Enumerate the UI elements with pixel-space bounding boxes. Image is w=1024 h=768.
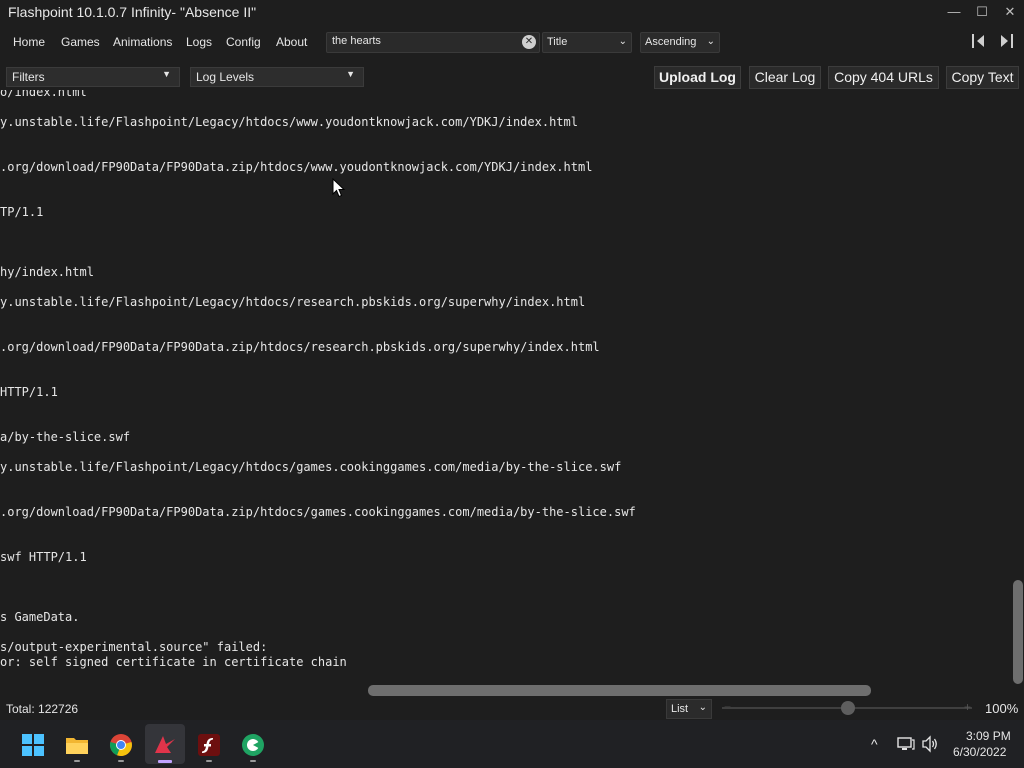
clock-date[interactable]: 6/30/2022 xyxy=(953,745,1006,759)
windows-start-icon[interactable] xyxy=(21,733,45,757)
horizontal-scroll-thumb[interactable] xyxy=(368,685,871,696)
running-indicator xyxy=(206,760,212,762)
log-line: y.unstable.life/Flashpoint/Legacy/htdocs… xyxy=(0,295,586,309)
maximize-button[interactable]: ☐ xyxy=(968,2,996,22)
log-line: .org/download/FP90Data/FP90Data.zip/htdo… xyxy=(0,505,636,519)
view-mode-select[interactable]: List ⌄ xyxy=(666,699,712,719)
log-line: swf HTTP/1.1 xyxy=(0,550,87,564)
title-bar: Flashpoint 10.1.0.7 Infinity- "Absence I… xyxy=(0,0,1024,24)
log-line: or: self signed certificate in certifica… xyxy=(0,655,347,669)
zoom-plus-icon[interactable]: + xyxy=(964,700,971,714)
active-indicator xyxy=(158,760,172,763)
log-line: y.unstable.life/Flashpoint/Legacy/htdocs… xyxy=(0,115,578,129)
log-line: y.unstable.life/Flashpoint/Legacy/htdocs… xyxy=(0,460,622,474)
log-line: s/output-experimental.source" failed: xyxy=(0,640,268,654)
close-button[interactable]: ✕ xyxy=(996,2,1024,22)
log-levels-dropdown[interactable]: Log Levels ▼ xyxy=(190,67,364,87)
log-line: TP/1.1 xyxy=(0,205,44,219)
tray-chevron-icon[interactable]: ^ xyxy=(871,736,878,752)
chevron-down-icon: ⌄ xyxy=(618,36,627,47)
log-levels-label: Log Levels xyxy=(196,70,255,84)
search-input[interactable]: the hearts ✕ xyxy=(326,32,540,53)
log-line: hy/index.html xyxy=(0,265,94,279)
log-line: a/by-the-slice.swf xyxy=(0,430,131,444)
nav-config[interactable]: Config xyxy=(226,35,261,49)
filters-label: Filters xyxy=(12,70,45,84)
dropdown-arrow-icon: ▼ xyxy=(162,69,171,79)
log-line: o/index.html xyxy=(0,90,87,99)
mouse-cursor-icon xyxy=(332,178,346,198)
log-line: .org/download/FP90Data/FP90Data.zip/htdo… xyxy=(0,160,593,174)
nav-games[interactable]: Games xyxy=(61,35,100,49)
chevron-down-icon: ⌄ xyxy=(706,36,715,47)
zoom-percent: 100% xyxy=(985,701,1019,716)
sort-order-value: Ascending xyxy=(645,36,697,48)
collapse-left-sidebar-icon[interactable] xyxy=(970,33,988,49)
nav-about[interactable]: About xyxy=(276,35,307,49)
nav-home[interactable]: Home xyxy=(13,35,45,49)
view-mode-value: List xyxy=(671,703,689,715)
nav-logs[interactable]: Logs xyxy=(186,35,212,49)
vertical-scroll-thumb[interactable] xyxy=(1013,580,1023,684)
running-indicator xyxy=(250,760,256,762)
upload-log-button[interactable]: Upload Log xyxy=(654,66,741,89)
minimize-button[interactable]: — xyxy=(940,2,968,22)
running-indicator xyxy=(74,760,80,762)
browser-app-icon[interactable] xyxy=(241,733,265,757)
filters-dropdown[interactable]: Filters ▼ xyxy=(6,67,180,87)
total-count: Total: 122726 xyxy=(6,702,79,716)
copy-404-urls-button[interactable]: Copy 404 URLs xyxy=(828,66,939,89)
copy-text-button[interactable]: Copy Text xyxy=(946,66,1019,89)
clear-log-button[interactable]: Clear Log xyxy=(749,66,821,89)
chevron-down-icon: ⌄ xyxy=(698,702,707,713)
adobe-flash-icon[interactable] xyxy=(197,733,221,757)
log-line: .org/download/FP90Data/FP90Data.zip/htdo… xyxy=(0,340,600,354)
window-title: Flashpoint 10.1.0.7 Infinity- "Absence I… xyxy=(8,4,257,20)
log-output[interactable]: o/index.html y.unstable.life/Flashpoint/… xyxy=(0,90,1010,686)
sort-field-select[interactable]: Title ⌄ xyxy=(542,32,632,53)
file-explorer-icon[interactable] xyxy=(65,733,89,757)
log-line: HTTP/1.1 xyxy=(0,385,58,399)
running-indicator xyxy=(118,760,124,762)
sort-field-value: Title xyxy=(547,36,568,48)
network-icon[interactable] xyxy=(897,735,915,758)
clear-icon[interactable]: ✕ xyxy=(522,35,536,49)
nav-animations[interactable]: Animations xyxy=(113,35,172,49)
chrome-icon[interactable] xyxy=(109,733,133,757)
zoom-slider-thumb[interactable] xyxy=(841,701,855,715)
dropdown-arrow-icon: ▼ xyxy=(346,69,355,79)
sort-order-select[interactable]: Ascending ⌄ xyxy=(640,32,720,53)
clock-time[interactable]: 3:09 PM xyxy=(966,729,1011,743)
collapse-right-sidebar-icon[interactable] xyxy=(997,33,1015,49)
flashpoint-icon[interactable] xyxy=(153,733,177,757)
search-value: the hearts xyxy=(332,35,381,47)
log-line: s GameData. xyxy=(0,610,80,624)
volume-icon[interactable] xyxy=(921,735,939,758)
